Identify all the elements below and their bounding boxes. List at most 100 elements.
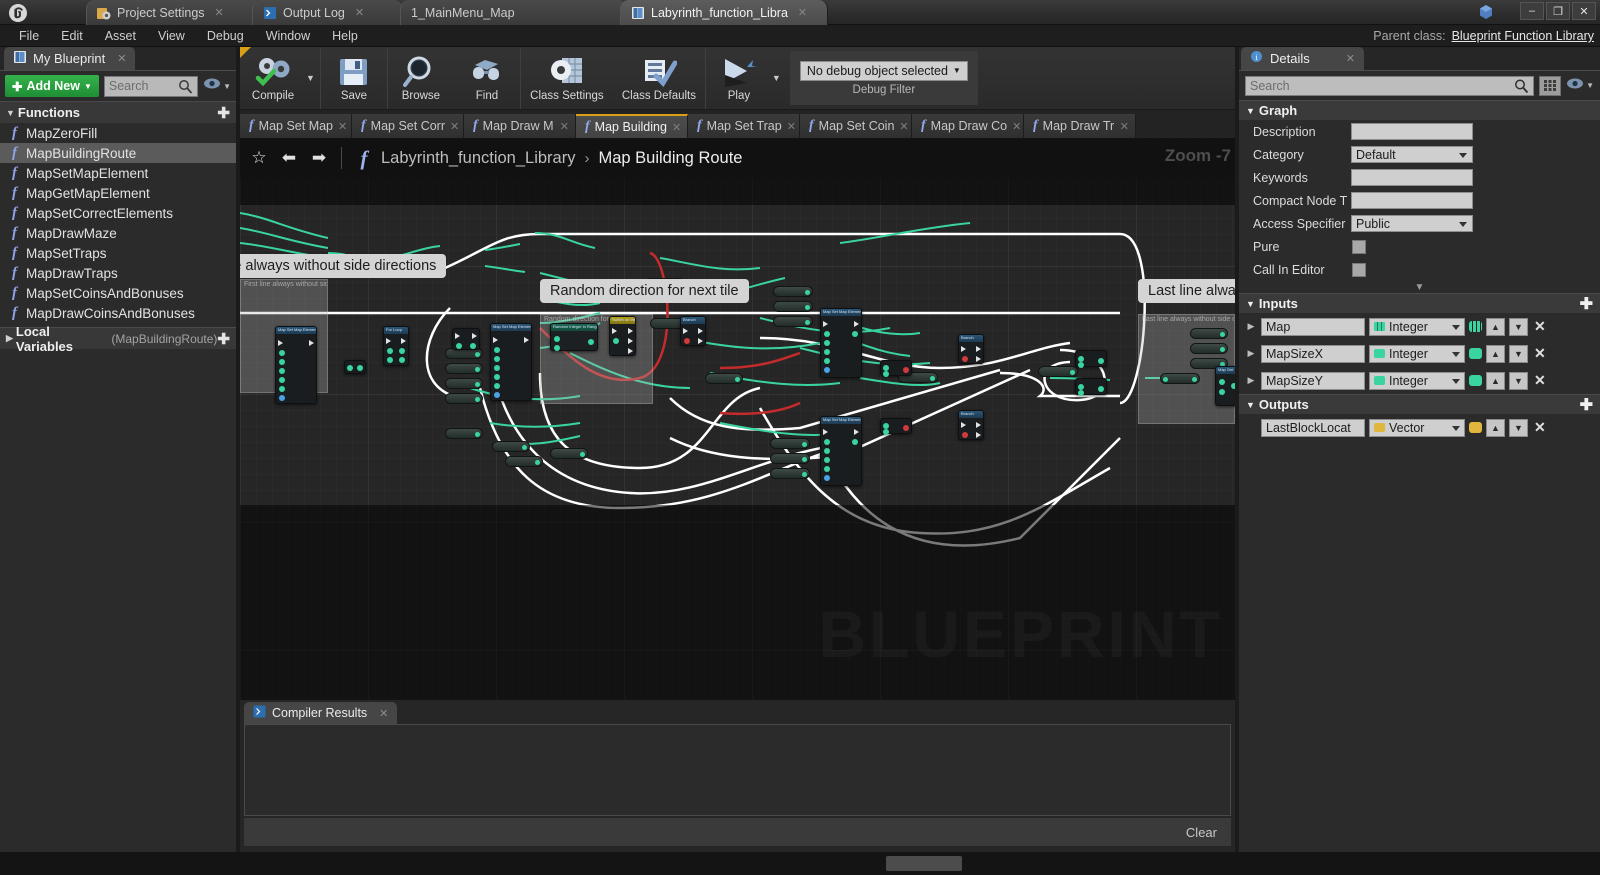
close-icon[interactable]: ✕	[117, 52, 126, 65]
move-up-button[interactable]: ▲	[1486, 418, 1505, 437]
output-name-field[interactable]: LastBlockLocat	[1261, 418, 1365, 437]
function-item[interactable]: f MapSetMapElement	[0, 163, 236, 183]
move-up-button[interactable]: ▲	[1486, 371, 1505, 390]
menu-item-view[interactable]: View	[147, 25, 196, 47]
menu-item-debug[interactable]: Debug	[196, 25, 255, 47]
move-up-button[interactable]: ▲	[1486, 317, 1505, 336]
graph-node-compact-add-1[interactable]	[1075, 350, 1107, 368]
class-settings-button[interactable]: Class Settings	[521, 47, 613, 109]
graph-variable-node[interactable]	[1190, 328, 1228, 339]
graph-node-compact-equal-1[interactable]	[880, 360, 912, 377]
menu-item-asset[interactable]: Asset	[94, 25, 147, 47]
close-icon[interactable]: ✕	[1120, 120, 1129, 133]
move-down-button[interactable]: ▼	[1509, 344, 1528, 363]
expand-arrow-icon[interactable]: ▶	[1245, 375, 1257, 386]
expand-arrow-icon[interactable]: ▶	[1245, 348, 1257, 359]
scrollbar-thumb[interactable]	[886, 856, 962, 871]
function-item[interactable]: f MapGetMapElement	[0, 183, 236, 203]
close-icon[interactable]: ✕	[560, 120, 569, 133]
grid-view-button[interactable]	[1539, 75, 1562, 96]
close-icon[interactable]: ✕	[338, 120, 347, 133]
graph-tab-map-draw-coins[interactable]: f Map Draw Co ✕	[912, 114, 1024, 138]
close-icon[interactable]: ✕	[355, 6, 364, 19]
close-button[interactable]: ✕	[1572, 2, 1596, 20]
save-button[interactable]: Save	[321, 47, 387, 109]
breadcrumb-leaf[interactable]: Map Building Route	[598, 149, 742, 168]
graph-variable-node[interactable]	[770, 453, 810, 464]
graph-tab-map-draw-traps[interactable]: f Map Draw Tr ✕	[1024, 114, 1136, 138]
favorite-star-icon[interactable]: ☆	[246, 145, 272, 171]
details-tab[interactable]: i Details ✕	[1241, 47, 1364, 70]
graph-tab-map-draw-maze[interactable]: f Map Draw M ✕	[464, 114, 576, 138]
input-name-field[interactable]: MapSizeX	[1261, 344, 1365, 363]
graph-variable-node[interactable]	[773, 301, 813, 312]
inputs-section-header[interactable]: ▼ Inputs ✚	[1239, 293, 1600, 313]
graph-variable-node[interactable]	[770, 468, 810, 479]
expand-arrow-icon[interactable]: ▶	[1245, 321, 1257, 332]
graph-variable-node[interactable]	[773, 316, 813, 327]
output-type-select[interactable]: Vector	[1369, 418, 1465, 437]
menu-item-help[interactable]: Help	[321, 25, 369, 47]
graph-node-get-loop[interactable]: For Loop	[383, 326, 409, 366]
close-icon[interactable]: ✕	[1012, 120, 1021, 133]
compiler-results-output[interactable]	[244, 724, 1231, 816]
horizontal-scrollbar[interactable]	[0, 852, 1600, 875]
debug-object-select[interactable]: No debug object selected ▼	[799, 60, 968, 81]
close-icon[interactable]: ✕	[450, 120, 459, 133]
window-tab-output-log[interactable]: Output Log ✕	[252, 0, 404, 25]
menu-item-edit[interactable]: Edit	[50, 25, 94, 47]
find-button[interactable]: Find	[454, 47, 520, 109]
expand-more-icon[interactable]: ▼	[1239, 281, 1600, 293]
graph-tab-map-set-coins[interactable]: f Map Set Coin ✕	[800, 114, 912, 138]
details-search-input[interactable]: Search	[1245, 75, 1535, 96]
function-item[interactable]: f MapSetCorrectElements	[0, 203, 236, 223]
function-item[interactable]: f MapDrawMaze	[0, 223, 236, 243]
clear-button[interactable]: Clear	[1186, 825, 1217, 840]
function-item-selected[interactable]: f MapBuildingRoute	[0, 143, 236, 163]
access-specifier-select[interactable]: Public	[1351, 215, 1473, 232]
single-pin-icon[interactable]	[1469, 348, 1482, 359]
graph-variable-node[interactable]	[550, 448, 588, 459]
function-item[interactable]: f MapDrawTraps	[0, 263, 236, 283]
single-pin-icon[interactable]	[1469, 375, 1482, 386]
search-input[interactable]: Search	[103, 75, 199, 97]
graph-node-map-set-map-element-4[interactable]: Map Set Map Element	[820, 416, 862, 486]
input-type-select[interactable]: Integer	[1369, 317, 1465, 336]
graph-variable-node[interactable]	[1160, 373, 1200, 384]
graph-node-map-set-map-element-2[interactable]: Map Set Map Element	[490, 323, 532, 401]
graph-node-compact-math[interactable]	[344, 360, 366, 374]
graph-node-branch[interactable]: Branch	[680, 316, 706, 346]
graph-variable-node[interactable]	[705, 373, 743, 384]
compact-node-title-field[interactable]	[1351, 192, 1473, 209]
parent-class-link[interactable]: Blueprint Function Library	[1452, 29, 1594, 43]
remove-input-button[interactable]: ✕	[1534, 372, 1546, 389]
close-icon[interactable]: ✕	[215, 6, 224, 19]
graph-tab-map-set-map[interactable]: f Map Set Map ✕	[240, 114, 352, 138]
close-icon[interactable]: ✕	[379, 707, 388, 720]
my-blueprint-tab[interactable]: My Blueprint ✕	[4, 47, 136, 70]
window-tab-mainmenu-map[interactable]: 1_MainMenu_Map	[400, 0, 628, 25]
functions-section-header[interactable]: ▼ Functions ✚	[0, 101, 236, 123]
call-in-editor-checkbox[interactable]	[1352, 262, 1366, 277]
graph-variable-node[interactable]	[1190, 343, 1228, 354]
graph-variable-node[interactable]	[445, 428, 483, 439]
close-icon[interactable]: ✕	[798, 6, 807, 19]
input-type-select[interactable]: Integer	[1369, 371, 1465, 390]
remove-input-button[interactable]: ✕	[1534, 318, 1546, 335]
graph-node-map-get-map-element[interactable]: Map Get	[1215, 366, 1235, 406]
play-button[interactable]: Play	[706, 47, 772, 109]
function-item[interactable]: f MapDrawCoinsAndBonuses	[0, 303, 236, 323]
graph-node-compact-equal-2[interactable]	[880, 418, 912, 435]
remove-output-button[interactable]: ✕	[1534, 419, 1546, 436]
blueprint-graph-canvas[interactable]: BLUEPRINT First line always without sid …	[240, 138, 1235, 700]
graph-tab-map-building-route[interactable]: f Map Building ✕	[576, 114, 688, 138]
add-function-button[interactable]: ✚	[217, 104, 230, 122]
move-down-button[interactable]: ▼	[1509, 418, 1528, 437]
breadcrumb-root[interactable]: Labyrinth_function_Library	[381, 149, 575, 168]
play-dropdown-icon[interactable]: ▼	[772, 47, 786, 109]
local-variables-section-header[interactable]: ▶ Local Variables (MapBuildingRoute) ✚	[0, 324, 236, 354]
description-field[interactable]	[1351, 123, 1473, 140]
add-output-button[interactable]: ✚	[1580, 395, 1593, 415]
forward-arrow-icon[interactable]: ➡	[306, 145, 332, 171]
input-name-field[interactable]: Map	[1261, 317, 1365, 336]
